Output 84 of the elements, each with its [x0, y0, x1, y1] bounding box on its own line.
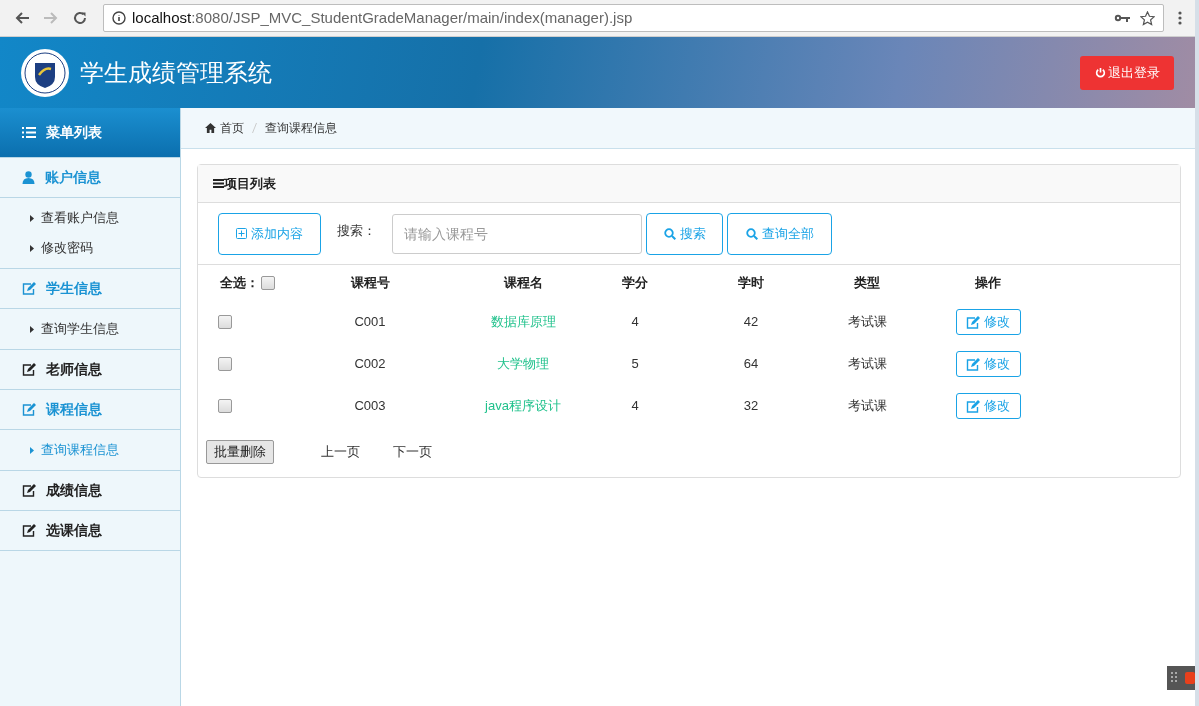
edit-icon	[22, 484, 36, 497]
caret-icon	[30, 446, 34, 454]
sidebar-section[interactable]: 课程信息	[0, 390, 180, 430]
list-icon	[22, 127, 36, 138]
sidebar-section[interactable]: 学生信息	[0, 269, 180, 309]
checkbox[interactable]	[261, 276, 275, 290]
column-header: 课程名	[503, 274, 543, 293]
panel-title: 项目列表	[224, 174, 276, 193]
column-header: 学时	[738, 274, 764, 293]
edit-icon	[22, 403, 36, 416]
table-cell-text: 考试课	[847, 355, 887, 374]
caret-icon	[30, 214, 34, 222]
search-icon	[663, 227, 676, 240]
search-label: 搜索：	[337, 221, 376, 240]
caret-icon	[30, 325, 34, 333]
column-header: 类型	[854, 274, 880, 293]
column-header: 学分	[622, 274, 648, 293]
table-cell-text: 5	[631, 355, 639, 374]
checkbox[interactable]	[218, 399, 232, 413]
sidebar-section[interactable]: 选课信息	[0, 511, 180, 551]
table-cell-text: 4	[631, 313, 639, 332]
table-cell-text: C003	[354, 397, 386, 416]
breadcrumb-link[interactable]: 首页	[220, 119, 244, 137]
table-cell-text: 64	[743, 355, 759, 374]
course-name-link[interactable]: java程序设计	[485, 396, 561, 416]
star-icon[interactable]	[1140, 10, 1155, 26]
checkbox[interactable]	[218, 315, 232, 329]
edit-icon	[966, 315, 980, 329]
search-icon	[745, 227, 758, 240]
query-all-button[interactable]: 查询全部	[727, 212, 832, 255]
sidebar-section[interactable]: 账户信息	[0, 158, 180, 198]
home-icon	[205, 123, 216, 133]
university-logo	[20, 47, 70, 98]
ime-toolbar-icon[interactable]	[1167, 666, 1195, 690]
sidebar-title: 菜单列表	[46, 123, 102, 142]
add-content-button[interactable]: 添加内容	[218, 212, 321, 255]
sidebar-subitem[interactable]: 查看账户信息	[0, 203, 180, 233]
next-page-link[interactable]: 下一页	[393, 442, 432, 462]
sidebar-subitem[interactable]: 查询学生信息	[0, 314, 180, 344]
table-cell-text: C002	[354, 355, 386, 374]
course-name-link[interactable]: 数据库原理	[490, 312, 556, 332]
sidebar-subitem[interactable]: 修改密码	[0, 233, 180, 263]
logout-button[interactable]: 退出登录	[1080, 55, 1174, 90]
select-all-label: 全选：	[220, 274, 259, 293]
table-cell-text: 考试课	[847, 313, 887, 332]
breadcrumb-separator	[252, 123, 257, 133]
edit-icon	[966, 399, 980, 413]
table-cell-text: 考试课	[847, 397, 887, 416]
edit-icon	[22, 524, 36, 537]
app-title: 学生成绩管理系统	[80, 57, 272, 88]
column-header: 操作	[975, 274, 1001, 293]
search-field[interactable]: 请输入课程号	[392, 213, 642, 254]
plus-square-icon	[236, 228, 247, 239]
address-bar[interactable]: localhost:8080/JSP_MVC_StudentGradeManager/main/index(manager).jsp	[103, 4, 1164, 32]
info-icon[interactable]	[112, 11, 126, 25]
course-name-link[interactable]: 大学物理	[497, 354, 549, 374]
edit-icon	[22, 282, 36, 295]
edit-icon	[22, 363, 36, 376]
key-icon[interactable]	[1114, 13, 1130, 23]
search-button[interactable]: 搜索	[646, 212, 723, 255]
sidebar-section[interactable]: 老师信息	[0, 350, 180, 390]
table-cell-text: 42	[743, 313, 759, 332]
sidebar-subitem[interactable]: 查询课程信息	[0, 435, 180, 465]
menu-icon[interactable]	[1178, 11, 1182, 25]
table-cell-text: 4	[631, 397, 639, 416]
edit-button[interactable]: 修改	[955, 393, 1021, 419]
edit-button[interactable]: 修改	[955, 351, 1021, 377]
reload-icon[interactable]	[72, 10, 88, 26]
edit-icon	[966, 357, 980, 371]
table-cell-text: C001	[354, 313, 386, 332]
edit-button[interactable]: 修改	[955, 309, 1021, 335]
menu-lines-icon	[213, 179, 224, 188]
checkbox[interactable]	[218, 357, 232, 371]
power-icon	[1094, 67, 1106, 78]
previous-page-link[interactable]: 上一页	[321, 442, 360, 462]
caret-icon	[30, 244, 34, 252]
back-arrow-icon[interactable]	[14, 10, 30, 26]
sidebar-section[interactable]: 成绩信息	[0, 471, 180, 511]
breadcrumb-current: 查询课程信息	[265, 120, 337, 137]
user-icon	[22, 171, 35, 184]
url-text: localhost:8080/JSP_MVC_StudentGradeManager/main/index(manager).jsp	[132, 7, 633, 28]
column-header: 课程号	[350, 274, 390, 293]
batch-delete-button[interactable]: 批量删除	[206, 440, 274, 464]
table-cell-text: 32	[743, 397, 759, 416]
